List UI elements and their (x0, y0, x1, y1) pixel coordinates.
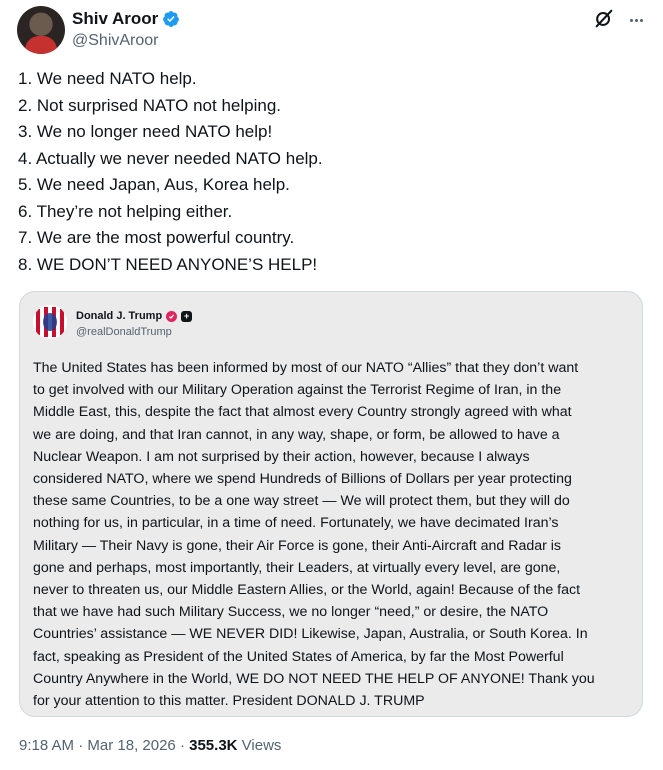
author-display-name[interactable]: Shiv Aroor (72, 9, 158, 29)
meta-separator: · (74, 737, 88, 754)
tweet-line: 3. We no longer need NATO help! (18, 122, 273, 141)
tweet-line: 1. We need NATO help. (18, 69, 197, 88)
post-meta: 9:18 AM · Mar 18, 2026 · 355.3K Views (19, 737, 281, 754)
quoted-line: Country Anywhere in the World, WE DO NOT… (33, 670, 595, 687)
author-info: Shiv Aroor @ShivAroor (72, 8, 180, 50)
avatar[interactable] (17, 6, 65, 54)
quoted-author-name[interactable]: Donald J. Trump + (76, 309, 193, 324)
quoted-handle[interactable]: @realDonaldTrump (76, 326, 192, 338)
quoted-line: Countries’ assistance — WE NEVER DID! Li… (33, 626, 588, 643)
tweet-line: 8. WE DON’T NEED ANYONE’S HELP! (18, 254, 318, 274)
quoted-display-name[interactable]: Donald J. Trump (76, 310, 162, 322)
quoted-line: The United States has been informed by m… (33, 360, 579, 376)
tweet: Shiv Aroor @ShivAroor 1. We need NATO he… (0, 0, 663, 770)
more-options-icon[interactable] (625, 9, 647, 31)
quoted-line: nothing for us, in particular, in a time… (33, 515, 559, 532)
tweet-line: 5. We need Japan, Aus, Korea help. (18, 175, 290, 194)
affiliate-badge-icon: + (181, 310, 193, 322)
views-label: Views (237, 737, 282, 754)
verified-badge-icon (163, 11, 180, 27)
grok-icon[interactable] (593, 8, 615, 30)
tweet-text: 1. We need NATO help. 2. Not surprised N… (18, 66, 648, 278)
quoted-line: gone and perhaps, most importantly, thei… (33, 559, 561, 576)
quoted-text: The United States has been informed by m… (33, 357, 633, 712)
post-date[interactable]: Mar 18, 2026 (87, 737, 175, 754)
tweet-header: Shiv Aroor @ShivAroor (17, 6, 647, 54)
tweet-line: 2. Not surprised NATO not helping. (18, 95, 282, 115)
tweet-line: 4. Actually we never needed NATO help. (18, 148, 323, 168)
quoted-line: never to threaten us, our Middle Eastern… (33, 582, 581, 599)
author-name[interactable]: Shiv Aroor (72, 8, 180, 30)
quoted-line: Middle East, this, despite the fact that… (33, 404, 572, 421)
quoted-post[interactable]: Donald J. Trump + @realDonaldTrump The U… (19, 291, 643, 717)
quoted-author-info: Donald J. Trump + @realDonaldTrump (76, 306, 193, 338)
quoted-line: Nuclear Weapon. I am not surprised by th… (33, 448, 530, 465)
quoted-verified-icon (166, 310, 178, 322)
quoted-line: we are doing, and that Iran cannot, in a… (33, 426, 560, 443)
tweet-line: 7. We are the most powerful country. (18, 228, 295, 247)
meta-separator: · (175, 737, 190, 754)
author-handle[interactable]: @ShivAroor (72, 32, 180, 50)
quoted-line: for your attention to this matter. Presi… (33, 693, 425, 710)
tweet-line: 6. They’re not helping either. (18, 201, 233, 221)
quoted-line: these same Countries, to be a one way st… (33, 493, 570, 510)
quoted-line: Military — Their Navy is gone, their Air… (33, 537, 562, 554)
quoted-line: fact, speaking as President of the Unite… (33, 648, 564, 665)
post-time[interactable]: 9:18 AM (19, 737, 74, 754)
quoted-line: to get involved with our Military Operat… (33, 382, 562, 399)
quoted-avatar[interactable] (33, 305, 67, 339)
quoted-line: that we have had such Military Success, … (33, 604, 549, 621)
views-count[interactable]: 355.3K (189, 737, 237, 754)
quoted-line: considered NATO, where we spend Hundreds… (33, 471, 572, 488)
